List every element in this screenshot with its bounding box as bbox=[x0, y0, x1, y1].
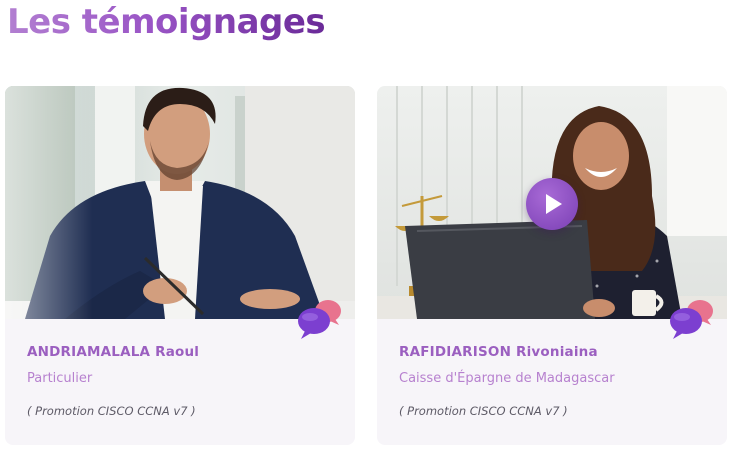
testimonial-name: RAFIDIARISON Rivoniaina bbox=[399, 344, 598, 360]
play-video-button[interactable] bbox=[526, 178, 578, 230]
testimonial-name: ANDRIAMALALA Raoul bbox=[27, 344, 200, 360]
testimonial-info-1: ANDRIAMALALA Raoul Particulier ( Promoti… bbox=[27, 344, 339, 418]
chat-bubbles-icon bbox=[670, 300, 713, 339]
testimonial-promotion: ( Promotion CISCO CCNA v7 ) bbox=[27, 404, 196, 418]
play-icon bbox=[546, 194, 562, 214]
testimonial-role: Particulier bbox=[27, 371, 93, 386]
chat-bubbles-icon bbox=[298, 300, 341, 339]
section-title: Les témoignages bbox=[7, 2, 326, 42]
testimonial-role: Caisse d'Épargne de Madagascar bbox=[399, 371, 615, 386]
testimonial-card-1[interactable]: ANDRIAMALALA Raoul Particulier ( Promoti… bbox=[5, 86, 355, 445]
testimonial-info-2: RAFIDIARISON Rivoniaina Caisse d'Épargne… bbox=[399, 344, 711, 418]
testimonial-promotion: ( Promotion CISCO CCNA v7 ) bbox=[399, 404, 568, 418]
man-writing-photo bbox=[5, 86, 355, 319]
testimonial-card-2[interactable]: RAFIDIARISON Rivoniaina Caisse d'Épargne… bbox=[377, 86, 727, 445]
testimonial-photo-2 bbox=[377, 86, 727, 319]
testimonial-photo-1 bbox=[5, 86, 355, 319]
